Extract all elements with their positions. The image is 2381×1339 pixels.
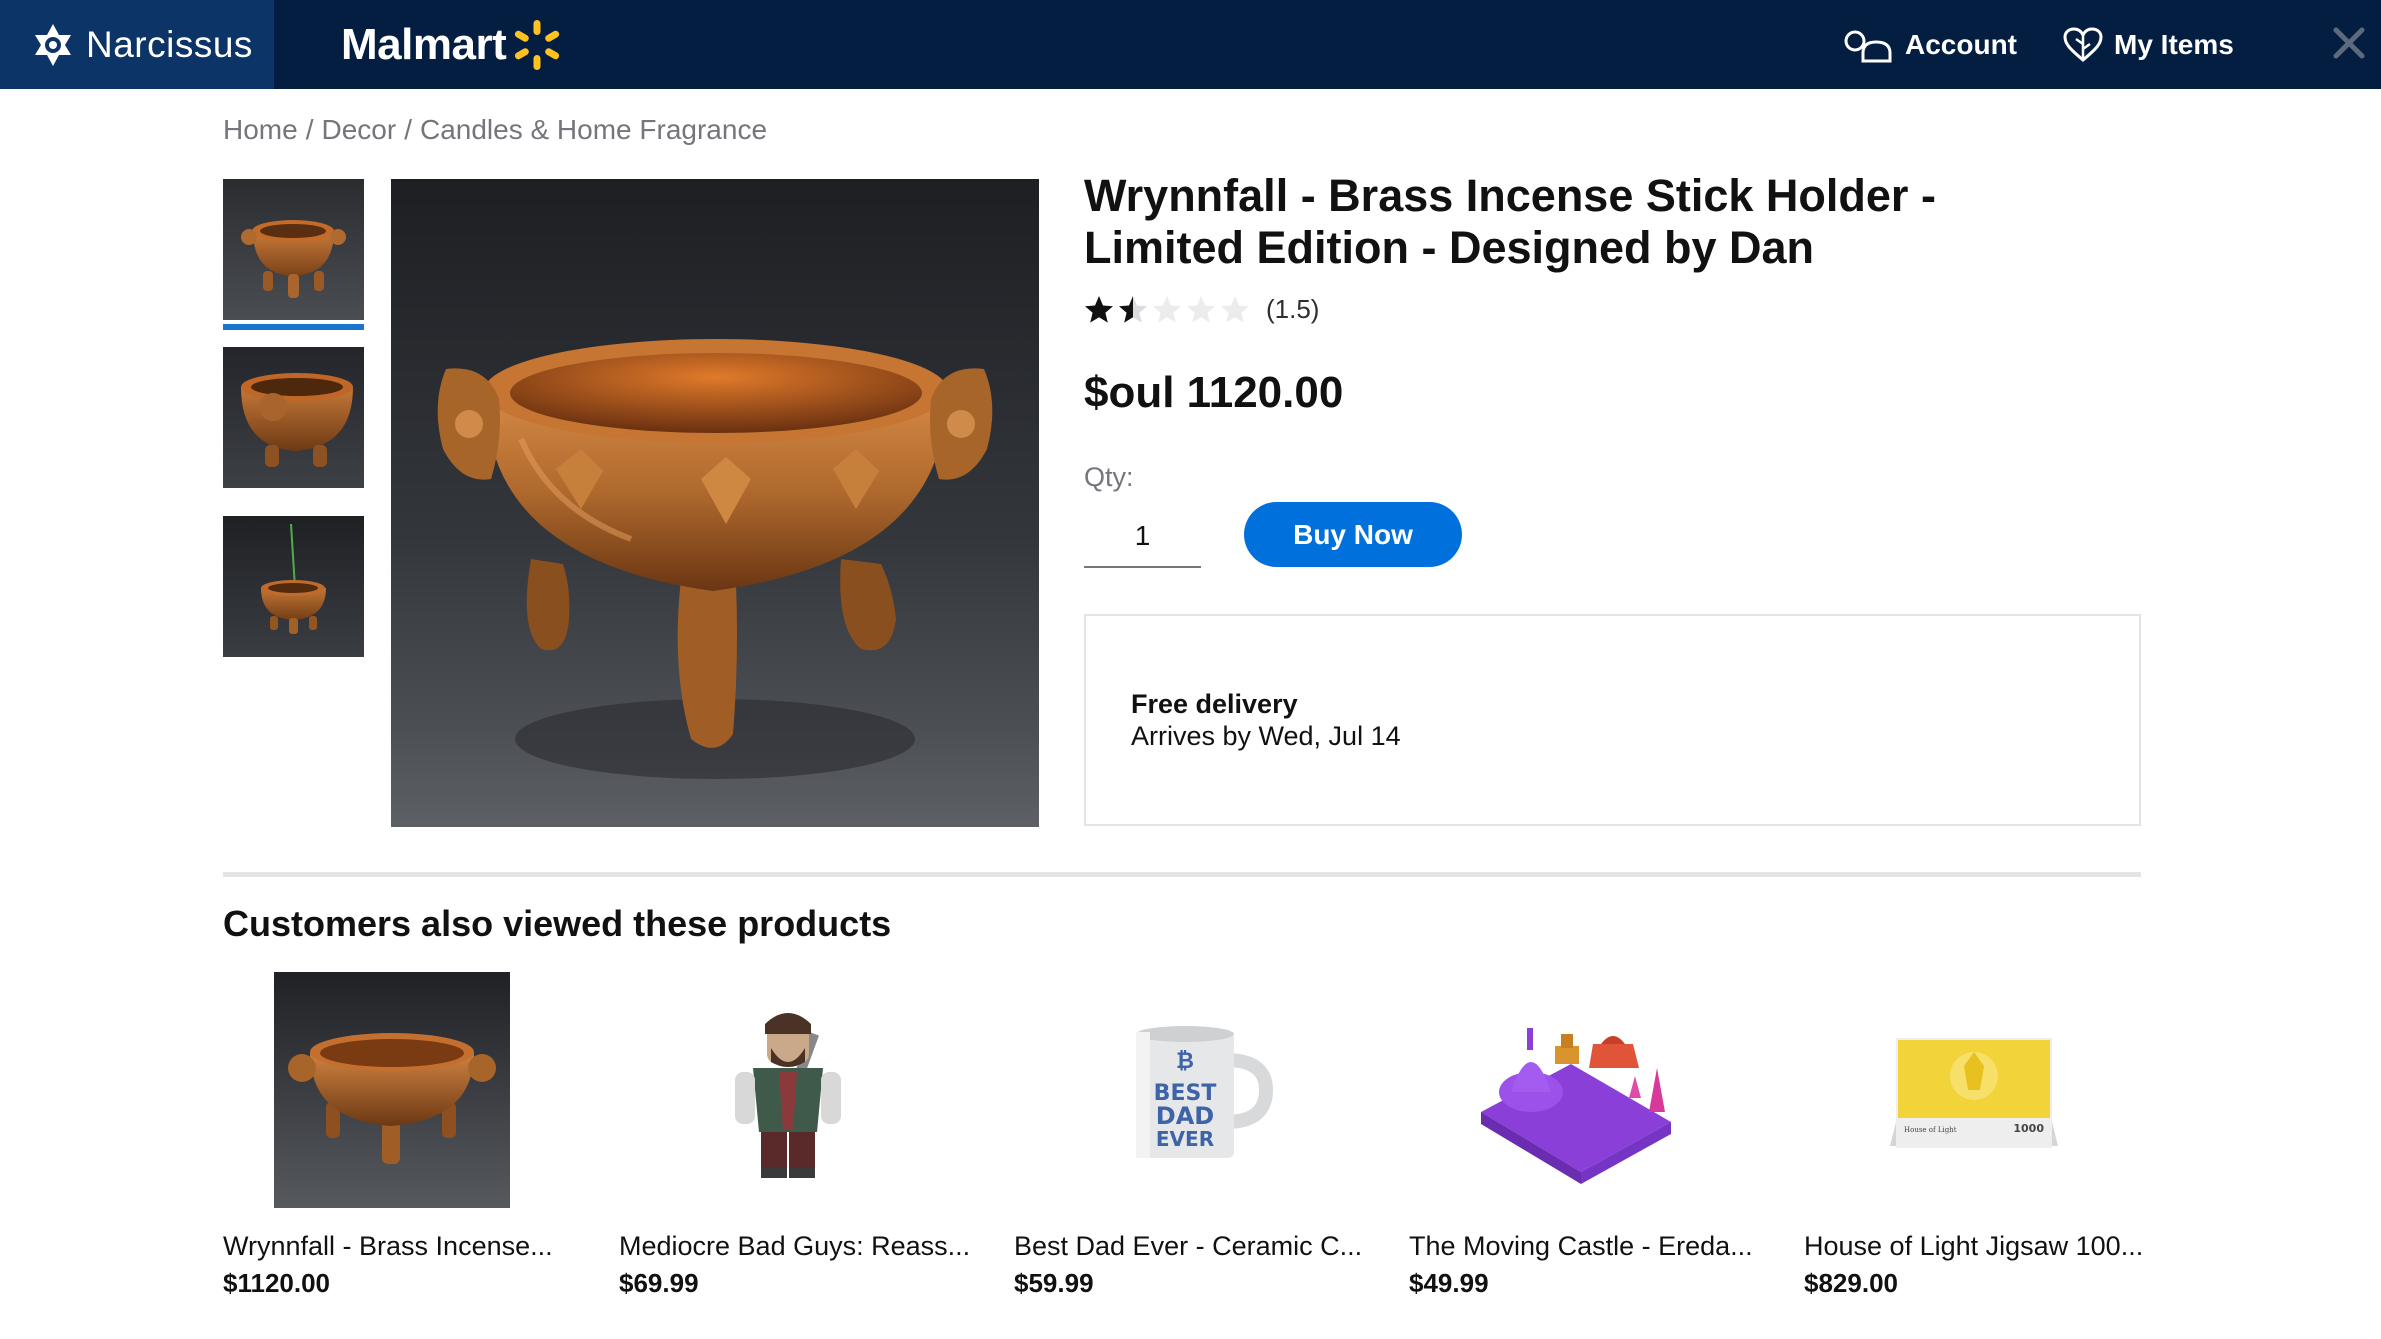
svg-text:₿: ₿ — [1176, 1049, 1194, 1074]
recommendation-price: $69.99 — [619, 1268, 699, 1298]
castle-tray-image — [1461, 972, 1697, 1208]
quantity-label: Qty: — [1084, 462, 1134, 492]
recommendation-image: ₿ BEST DAD EVER — [1014, 969, 1354, 1209]
mug-text-dad: DAD — [1156, 1102, 1214, 1130]
recommendations-heading: Customers also viewed these products — [223, 903, 892, 944]
recommendation-name: The Moving Castle - Ereda... — [1409, 1231, 1753, 1261]
bowl-side-thumbnail — [223, 347, 364, 488]
recommendation-price: $829.00 — [1804, 1268, 1898, 1298]
recommendation-name: House of Light Jigsaw 100... — [1804, 1231, 2144, 1261]
section-divider — [223, 872, 2141, 877]
my-items-button[interactable]: My Items — [2062, 0, 2234, 89]
breadcrumb-home[interactable]: Home — [223, 114, 298, 145]
delivery-date: Arrives by Wed, Jul 14 — [1131, 721, 1401, 751]
recommendation-price: $49.99 — [1409, 1268, 1489, 1298]
mug-image: ₿ BEST DAD EVER — [1066, 972, 1302, 1208]
close-icon[interactable] — [2326, 20, 2372, 66]
store-name: Malmart — [341, 19, 507, 69]
account-button[interactable]: Account — [1843, 0, 2017, 89]
bowl-front-thumbnail — [223, 179, 364, 320]
breadcrumb-decor[interactable]: Decor — [321, 114, 396, 145]
thumbnail-bowl-front[interactable] — [223, 179, 364, 320]
selected-thumbnail-indicator — [223, 324, 364, 330]
top-navigation-bar: Narcissus Malmart Account My Items — [0, 0, 2381, 89]
recommendation-name: Mediocre Bad Guys: Reass... — [619, 1231, 971, 1261]
thumbnail-bowl-side[interactable] — [223, 347, 364, 488]
recommendation-image — [223, 969, 563, 1209]
recommendation-name: Wrynnfall - Brass Incense... — [223, 1231, 553, 1261]
brass-bowl-main-image — [391, 179, 1039, 827]
product-rating[interactable]: (1.5) — [1084, 292, 1319, 326]
puzzle-box-count: 1000 — [2013, 1122, 2044, 1135]
star-rating-icon — [1085, 296, 1249, 323]
thumbnail-bowl-incense[interactable] — [223, 516, 364, 657]
brand-name: Narcissus — [86, 23, 253, 65]
bowl-incense-thumbnail — [223, 516, 364, 657]
recommendation-name: Best Dad Ever - Ceramic C... — [1014, 1231, 1363, 1261]
my-items-label: My Items — [2114, 28, 2234, 60]
rating-count: (1.5) — [1266, 293, 1320, 324]
account-icon — [1844, 30, 1892, 62]
narcissus-logo-icon — [35, 23, 71, 66]
buy-now-button[interactable]: Buy Now — [1244, 502, 1462, 567]
delivery-info-box: Free delivery Arrives by Wed, Jul 14 — [1084, 614, 2141, 826]
puzzle-box-image: House of Light 1000 — [1856, 972, 2092, 1208]
mug-text-ever: EVER — [1156, 1127, 1214, 1151]
brass-bowl-image — [274, 972, 510, 1208]
puzzle-box-title: House of Light — [1904, 1126, 1957, 1134]
malmart-logo[interactable]: Malmart — [341, 0, 564, 89]
breadcrumb-separator: / — [305, 114, 314, 145]
heart-icon — [2063, 26, 2103, 62]
quantity-input[interactable] — [1084, 506, 1201, 568]
minifigure-image — [671, 972, 907, 1208]
product-title: Wrynnfall - Brass Incense Stick Holder -… — [1084, 170, 1936, 273]
breadcrumb: Home / Decor / Candles & Home Fragrance — [223, 114, 767, 146]
breadcrumb-candles[interactable]: Candles & Home Fragrance — [420, 114, 767, 145]
recommendation-image — [1409, 969, 1749, 1209]
product-price: $oul 1120.00 — [1084, 368, 1344, 417]
account-label: Account — [1905, 28, 2017, 60]
recommendation-price: $59.99 — [1014, 1268, 1094, 1298]
recommendation-image — [619, 969, 959, 1209]
narcissus-brand[interactable]: Narcissus — [0, 0, 274, 89]
spark-icon — [515, 19, 560, 70]
recommendation-image: House of Light 1000 — [1804, 969, 2144, 1209]
product-main-image[interactable] — [391, 179, 1039, 827]
breadcrumb-separator: / — [404, 114, 412, 145]
recommendation-price: $1120.00 — [223, 1268, 331, 1298]
delivery-title: Free delivery — [1131, 689, 1298, 719]
